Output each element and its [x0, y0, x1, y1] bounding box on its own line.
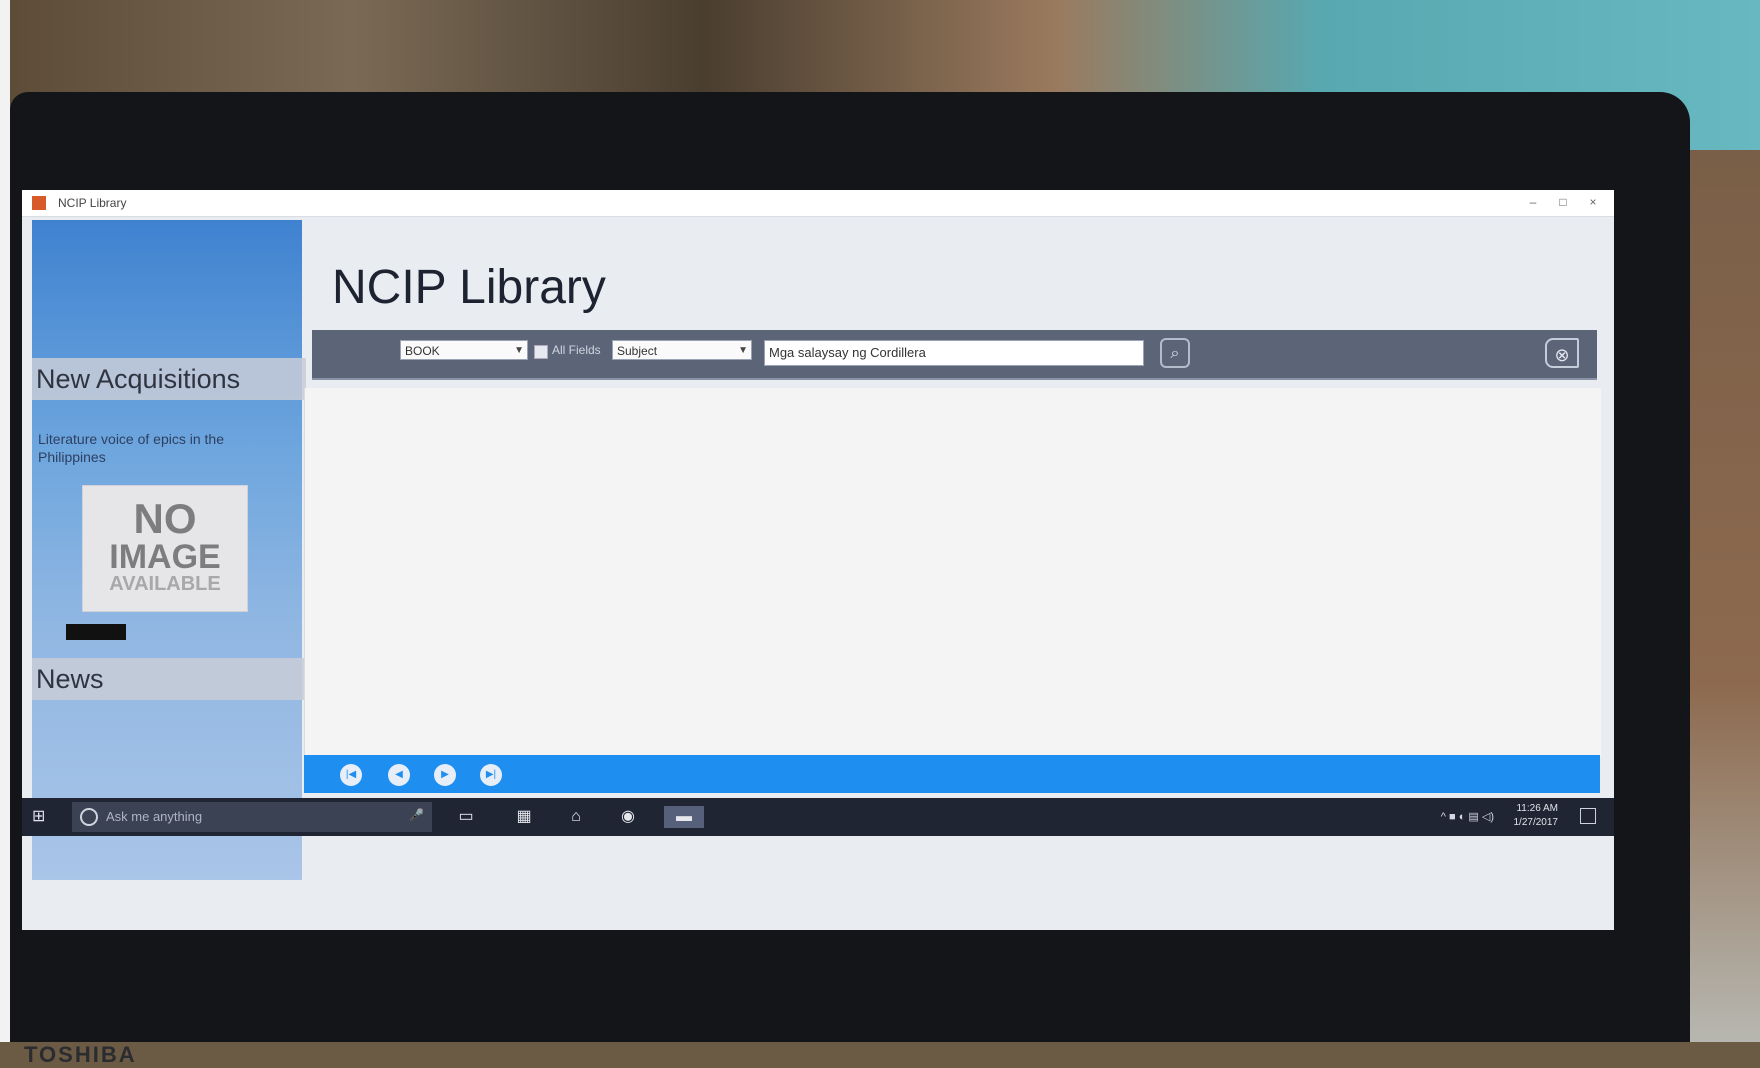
book-cover-placeholder[interactable]: NO IMAGE AVAILABLE — [82, 485, 248, 612]
exit-button[interactable]: ⊗ — [1545, 338, 1579, 368]
app-icon — [32, 196, 46, 210]
news-heading: News — [32, 658, 306, 700]
field-select[interactable]: Subject ▼ — [612, 340, 752, 360]
sidebar: New Acquisitions Literature voice of epi… — [32, 220, 306, 880]
laptop-brand: TOSHIBA — [24, 1042, 137, 1067]
chevron-down-icon: ▼ — [738, 345, 748, 356]
category-select[interactable]: BOOK ▼ — [400, 340, 528, 360]
category-select-value: BOOK — [405, 344, 440, 358]
laptop-screen: NCIP Library – □ × New Acquisitions Lite… — [22, 190, 1614, 930]
cortana-placeholder: Ask me anything — [106, 809, 203, 824]
close-button[interactable]: × — [1582, 194, 1604, 210]
window-titlebar: NCIP Library – □ × — [22, 190, 1614, 217]
cortana-icon — [80, 808, 98, 826]
window-title: NCIP Library — [58, 196, 127, 210]
task-view-icon[interactable]: ▭ — [454, 806, 478, 828]
library-app-taskbar-icon[interactable]: ▬ — [664, 806, 704, 828]
chrome-icon[interactable]: ◉ — [616, 806, 640, 828]
file-explorer-icon[interactable]: ▦ — [512, 806, 536, 828]
minimize-button[interactable]: – — [1522, 194, 1544, 210]
notifications-icon[interactable] — [1580, 808, 1596, 824]
chevron-down-icon: ▼ — [514, 345, 524, 356]
new-acquisitions-heading: New Acquisitions — [32, 358, 306, 400]
no-image-line3: AVAILABLE — [109, 573, 221, 595]
acquisition-description[interactable]: Literature voice of epics in the Philipp… — [38, 430, 258, 466]
search-button[interactable]: ⌕ — [1160, 338, 1190, 368]
search-input[interactable]: Mga salaysay ng Cordillera — [764, 340, 1144, 366]
store-icon[interactable]: ⌂ — [564, 806, 588, 828]
more-button[interactable] — [66, 624, 126, 640]
windows-taskbar: ⊞ Ask me anything 🎤 ▭ ▦ ⌂ ◉ ▬ ^ ■ ◐ ▤ ◁)… — [22, 798, 1614, 836]
search-toolbar: BOOK ▼ All Fields Subject ▼ Mga salaysay… — [312, 330, 1597, 380]
search-icon: ⌕ — [1170, 345, 1180, 362]
no-image-line1: NO — [133, 495, 197, 542]
no-image-line2: IMAGE — [109, 538, 221, 576]
clock-date: 1/27/2017 — [1513, 817, 1559, 828]
last-page-button[interactable]: ▶| — [480, 764, 502, 786]
system-tray[interactable]: ^ ■ ◐ ▤ ◁) — [1441, 810, 1494, 823]
navigation-bar: |◀ ◀ ▶ ▶| — [304, 755, 1600, 793]
prev-page-button[interactable]: ◀ — [388, 764, 410, 786]
clock[interactable]: 11:26 AM 1/27/2017 — [1514, 802, 1559, 830]
next-page-button[interactable]: ▶ — [434, 764, 456, 786]
all-fields-label: All Fields — [552, 343, 601, 357]
all-fields-checkbox[interactable] — [534, 345, 548, 359]
photo-right-edge — [1690, 150, 1760, 1042]
cortana-search[interactable]: Ask me anything 🎤 — [72, 802, 432, 832]
field-select-value: Subject — [617, 344, 658, 358]
page-title: NCIP Library — [332, 261, 606, 314]
start-icon[interactable]: ⊞ — [32, 808, 50, 826]
clock-time: 11:26 AM — [1516, 803, 1558, 814]
results-panel — [304, 388, 1601, 758]
exit-icon: ⊗ — [1554, 345, 1570, 365]
microphone-icon[interactable]: 🎤 — [409, 808, 424, 822]
maximize-button[interactable]: □ — [1552, 194, 1574, 210]
first-page-button[interactable]: |◀ — [340, 764, 362, 786]
photo-left-edge — [0, 0, 10, 1042]
